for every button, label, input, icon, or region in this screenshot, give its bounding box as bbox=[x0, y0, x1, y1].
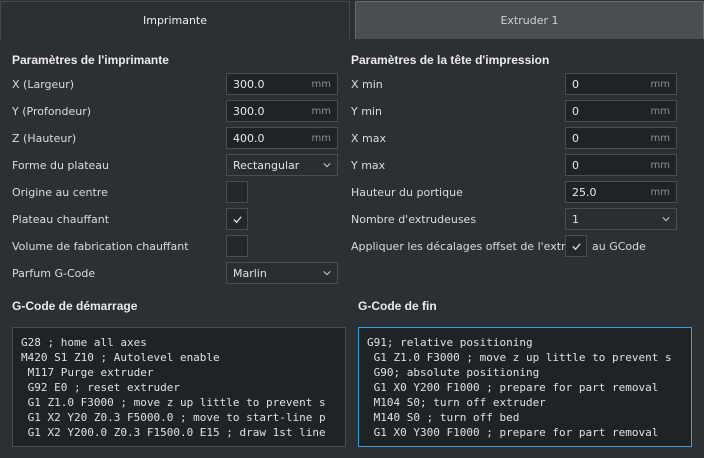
code-line: G1 Z1.0 F3000 ; move z up little to prev… bbox=[21, 396, 326, 409]
heated-volume-label: Volume de fabrication chauffant bbox=[12, 240, 189, 253]
xmax-label: X max bbox=[351, 132, 386, 145]
code-line: G1 X0 Y200 F1000 ; prepare for part remo… bbox=[367, 381, 659, 394]
code-line: G92 E0 ; reset extruder bbox=[21, 381, 180, 394]
gantry-height-field[interactable]: 25.0 mm bbox=[565, 181, 677, 203]
code-line: M140 S0 ; turn off bed bbox=[367, 411, 520, 424]
ymax-field[interactable]: 0 mm bbox=[565, 154, 677, 176]
code-line: M420 S1 Z10 ; Autolevel enable bbox=[21, 351, 220, 364]
ymin-unit: mm bbox=[650, 105, 670, 117]
xmax-unit: mm bbox=[650, 132, 670, 144]
extruder-count-label: Nombre d'extrudeuses bbox=[351, 213, 477, 226]
xmax-value: 0 bbox=[572, 131, 579, 145]
height-unit: mm bbox=[311, 132, 331, 144]
ymin-value: 0 bbox=[572, 104, 579, 118]
xmin-unit: mm bbox=[650, 78, 670, 90]
xmax-field[interactable]: 0 mm bbox=[565, 127, 677, 149]
tab-imprimante[interactable]: Imprimante bbox=[0, 1, 350, 39]
code-line: G28 ; home all axes bbox=[21, 336, 147, 349]
extruder-count-select[interactable]: 1 bbox=[565, 208, 677, 230]
bed-shape-label: Forme du plateau bbox=[12, 159, 109, 172]
width-unit: mm bbox=[311, 78, 331, 90]
end-gcode-editor[interactable]: G91; relative positioning G1 Z1.0 F3000 … bbox=[358, 327, 692, 447]
gcode-flavor-label: Parfum G-Code bbox=[12, 267, 96, 280]
code-line: G1 X2 Y200.0 Z0.3 F1500.0 E15 ; draw 1st… bbox=[21, 426, 326, 439]
check-icon bbox=[232, 215, 242, 223]
width-label: X (Largeur) bbox=[12, 78, 75, 91]
origin-center-label: Origine au centre bbox=[12, 186, 108, 199]
gantry-height-value: 25.0 bbox=[572, 185, 597, 199]
offset-label-start: Appliquer les décalages offset de l'extr… bbox=[351, 240, 580, 253]
bed-shape-select[interactable]: Rectangular bbox=[226, 154, 338, 176]
code-line: M104 S0; turn off extruder bbox=[367, 396, 546, 409]
end-gcode-title: G-Code de fin bbox=[358, 299, 437, 313]
height-value: 400.0 bbox=[233, 131, 265, 145]
gcode-flavor-value: Marlin bbox=[233, 266, 267, 280]
chevron-down-icon bbox=[323, 163, 331, 168]
ymin-label: Y min bbox=[351, 105, 382, 118]
heated-volume-checkbox[interactable] bbox=[226, 235, 248, 257]
printer-settings-title: Paramètres de l'imprimante bbox=[12, 53, 169, 67]
gantry-height-label: Hauteur du portique bbox=[351, 186, 463, 199]
gantry-height-unit: mm bbox=[650, 186, 670, 198]
code-line: G91; relative positioning bbox=[367, 336, 533, 349]
depth-label: Y (Profondeur) bbox=[12, 105, 92, 118]
width-field[interactable]: 300.0 mm bbox=[226, 73, 338, 95]
start-gcode-title: G-Code de démarrage bbox=[12, 299, 138, 313]
xmin-label: X min bbox=[351, 78, 383, 91]
height-label: Z (Hauteur) bbox=[12, 132, 77, 145]
offset-label-end: au GCode bbox=[592, 240, 646, 253]
code-line: G1 X0 Y300 F1000 ; prepare for part remo… bbox=[367, 426, 659, 439]
code-line: G1 X2 Y20 Z0.3 F5000.0 ; move to start-l… bbox=[21, 411, 326, 424]
printhead-settings-title: Paramètres de la tête d'impression bbox=[351, 53, 550, 67]
depth-value: 300.0 bbox=[233, 104, 265, 118]
origin-center-checkbox[interactable] bbox=[226, 181, 248, 203]
height-field[interactable]: 400.0 mm bbox=[226, 127, 338, 149]
extruder-count-value: 1 bbox=[572, 212, 579, 226]
ymin-field[interactable]: 0 mm bbox=[565, 100, 677, 122]
xmin-value: 0 bbox=[572, 77, 579, 91]
start-gcode-editor[interactable]: G28 ; home all axes M420 S1 Z10 ; Autole… bbox=[12, 327, 346, 447]
offset-gcode-checkbox[interactable] bbox=[565, 235, 587, 257]
tab-extruder-1[interactable]: Extruder 1 bbox=[355, 1, 704, 39]
code-line: G90; absolute positioning bbox=[367, 366, 540, 379]
chevron-down-icon bbox=[323, 271, 331, 276]
xmin-field[interactable]: 0 mm bbox=[565, 73, 677, 95]
tab-extruder-1-label: Extruder 1 bbox=[500, 14, 559, 27]
depth-field[interactable]: 300.0 mm bbox=[226, 100, 338, 122]
check-icon bbox=[571, 242, 581, 250]
code-line: G1 Z1.0 F3000 ; move z up little to prev… bbox=[367, 351, 672, 364]
gcode-flavor-select[interactable]: Marlin bbox=[226, 262, 338, 284]
depth-unit: mm bbox=[311, 105, 331, 117]
ymax-label: Y max bbox=[351, 159, 386, 172]
bed-shape-value: Rectangular bbox=[233, 158, 300, 172]
heated-bed-label: Plateau chauffant bbox=[12, 213, 110, 226]
heated-bed-checkbox[interactable] bbox=[226, 208, 248, 230]
code-line: M117 Purge extruder bbox=[21, 366, 154, 379]
tab-imprimante-label: Imprimante bbox=[142, 14, 208, 27]
chevron-down-icon bbox=[662, 217, 670, 222]
ymax-unit: mm bbox=[650, 159, 670, 171]
width-value: 300.0 bbox=[233, 77, 265, 91]
ymax-value: 0 bbox=[572, 158, 579, 172]
